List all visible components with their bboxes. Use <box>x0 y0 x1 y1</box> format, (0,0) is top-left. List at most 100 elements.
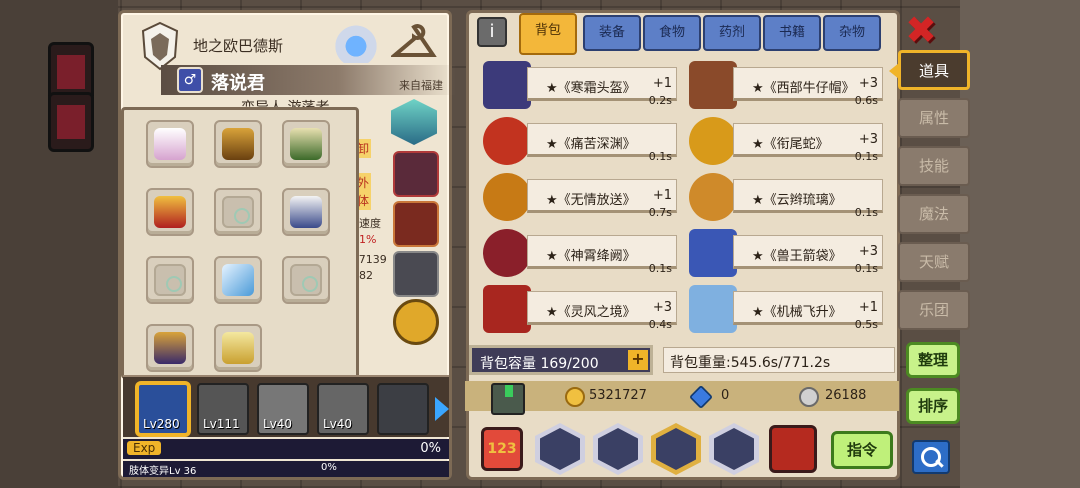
pillar-decoration <box>48 92 94 152</box>
exp-percent: 0% <box>420 441 441 456</box>
inventory-item[interactable]: ★《寒霜头盔》 +1 0.2s <box>481 61 681 111</box>
gem-amount: 0 <box>721 388 730 403</box>
command-button[interactable]: 指令 <box>831 431 893 469</box>
skill-hex-icon[interactable] <box>709 423 759 475</box>
side-menu-attributes[interactable]: 属性 <box>898 98 970 138</box>
exp-label: Exp <box>127 441 162 455</box>
mutation-exp-bar: 肢体变异Lv 36 0% <box>123 461 449 477</box>
tab-bag[interactable]: 背包 <box>519 13 577 55</box>
currency-row: 5321727 0 26188 <box>465 381 899 415</box>
item-icon <box>483 61 531 109</box>
side-menu-magic[interactable]: 魔法 <box>898 194 970 234</box>
party-next-arrow-icon[interactable] <box>435 397 449 421</box>
gold-amount: 5321727 <box>589 388 647 403</box>
rank-123-icon[interactable]: 123 <box>481 427 523 471</box>
inventory-item[interactable]: ★《机械飞升》 +1 0.5s <box>687 285 887 335</box>
tab-equipment[interactable]: 装备 <box>583 15 641 51</box>
item-icon <box>689 61 737 109</box>
inventory-item[interactable]: ★《云辫琉璃》 0.1s <box>687 173 887 223</box>
equip-slot-leg[interactable] <box>146 188 194 236</box>
equip-slot-cloak[interactable] <box>214 324 262 372</box>
mutation-percent: 0% <box>321 462 337 473</box>
info-icon[interactable]: i <box>477 17 507 47</box>
skill-hex-icon[interactable] <box>535 423 585 475</box>
silver-amount: 26188 <box>825 388 867 403</box>
sort-button[interactable]: 排序 <box>906 388 960 424</box>
item-icon <box>689 229 737 277</box>
side-menu-skills[interactable]: 技能 <box>898 146 970 186</box>
bag-weight: 背包重量:545.6s/771.2s <box>663 347 895 373</box>
gear-item-icon[interactable] <box>393 251 439 297</box>
inventory-item[interactable]: ★《灵风之境》 +3 0.4s <box>481 285 681 335</box>
party-portrait-1[interactable]: Lv280 <box>137 383 189 435</box>
inventory-list: ★《寒霜头盔》 +1 0.2s ★《西部牛仔帽》 +3 0.6s ★《痛苦深渊》 0.1s… <box>477 59 895 339</box>
inventory-item[interactable]: ★《衔尾蛇》 +3 0.1s <box>687 117 887 167</box>
inventory-item[interactable]: ★《兽王箭袋》 +3 0.1s <box>687 229 887 279</box>
equip-slot-armor[interactable] <box>282 188 330 236</box>
bag-capacity-text: 背包容量 169/200 <box>480 356 599 372</box>
side-menu-band[interactable]: 乐团 <box>898 290 970 330</box>
reincarnate-icon[interactable] <box>333 21 379 63</box>
action-row: 123 指令 <box>469 421 899 477</box>
tab-books[interactable]: 书籍 <box>763 15 821 51</box>
character-panel: 地之欧巴德斯 ♂ 落说君 来自福建 变异人 游荡者 卸 外 体 速度 1% /7… <box>118 10 457 480</box>
party-portrait-4[interactable]: Lv40 <box>317 383 369 435</box>
inventory-item[interactable]: ★《神霄绛阙》 0.1s <box>481 229 681 279</box>
bag-capacity: 背包容量 169/200 + <box>469 345 653 375</box>
party-portrait-empty[interactable] <box>377 383 429 435</box>
male-icon: ♂ <box>177 67 203 93</box>
close-icon[interactable]: ✖ <box>902 11 940 50</box>
side-menu-items[interactable]: 道具 <box>889 50 970 90</box>
character-title: 地之欧巴德斯 <box>193 37 284 55</box>
equip-slot-weapon[interactable] <box>214 256 262 304</box>
search-icon[interactable] <box>912 440 950 474</box>
stat-text: 82 <box>359 269 373 282</box>
stat-text: /7139 <box>355 253 387 266</box>
equip-slot-empty[interactable] <box>282 256 330 304</box>
inventory-panel: i 背包 装备 食物 药剂 书籍 杂物 ★《寒霜头盔》 +1 0.2s ★《西部牛仔… <box>465 10 900 480</box>
item-icon <box>483 173 531 221</box>
inventory-item[interactable]: ★《无情放送》 +1 0.7s <box>481 173 681 223</box>
gold-coin-icon <box>565 387 585 407</box>
ring-item-icon[interactable] <box>393 299 439 345</box>
equip-slot-boots[interactable] <box>282 120 330 168</box>
item-icon <box>483 229 531 277</box>
item-icon <box>483 117 531 165</box>
equip-slot-gauntlet[interactable] <box>214 120 262 168</box>
tab-potion[interactable]: 药剂 <box>703 15 761 51</box>
equipment-grid <box>121 107 359 379</box>
equip-slot-empty[interactable] <box>214 188 262 236</box>
plus-icon[interactable]: + <box>628 350 648 370</box>
equip-slot-gloves[interactable] <box>146 120 194 168</box>
bag-weight-text: 背包重量:545.6s/771.2s <box>670 355 831 371</box>
item-icon <box>483 285 531 333</box>
stat-text: 速度 <box>359 217 381 230</box>
skill-hex-icon[interactable] <box>651 423 701 475</box>
mutation-label: 肢体变异Lv 36 <box>129 466 197 477</box>
organize-button[interactable]: 整理 <box>906 342 960 378</box>
character-name: 落说君 <box>211 73 265 94</box>
party-portrait-3[interactable]: Lv40 <box>257 383 309 435</box>
background-right <box>960 0 1080 488</box>
shield-emblem-icon[interactable] <box>769 425 817 473</box>
party-portrait-2[interactable]: Lv111 <box>197 383 249 435</box>
wardrobe-hanger-icon[interactable] <box>391 21 437 63</box>
bag-icon[interactable] <box>491 383 525 415</box>
side-menu-talent[interactable]: 天赋 <box>898 242 970 282</box>
equip-slot-empty[interactable] <box>146 256 194 304</box>
chest-item-icon[interactable] <box>393 201 439 247</box>
skill-hex-icon[interactable] <box>593 423 643 475</box>
item-icon <box>689 285 737 333</box>
inventory-item[interactable]: ★《痛苦深渊》 0.1s <box>481 117 681 167</box>
item-icon <box>689 117 737 165</box>
crystal-icon[interactable] <box>391 99 437 145</box>
claw-item-icon[interactable] <box>393 151 439 197</box>
crest-emblem-icon <box>141 21 179 71</box>
inventory-item[interactable]: ★《西部牛仔帽》 +3 0.6s <box>687 61 887 111</box>
equip-slot-helmet[interactable] <box>146 324 194 372</box>
exp-bar: Exp 0% <box>123 439 449 459</box>
tab-food[interactable]: 食物 <box>643 15 701 51</box>
silver-coin-icon <box>799 387 819 407</box>
tab-misc[interactable]: 杂物 <box>823 15 881 51</box>
stat-text: 1% <box>359 233 377 246</box>
